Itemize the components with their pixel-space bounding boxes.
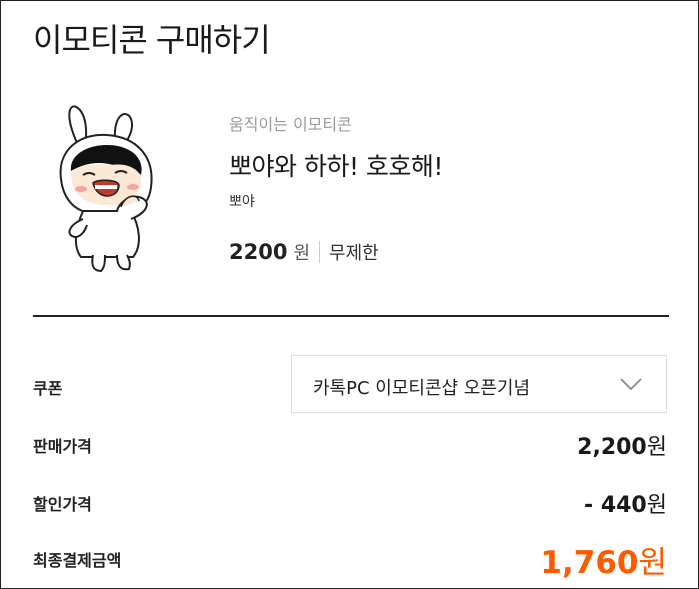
final-price-label: 최종결제금액 bbox=[33, 551, 122, 570]
sale-price-unit: 원 bbox=[646, 435, 667, 460]
chevron-down-icon bbox=[620, 378, 642, 391]
discount-label: 할인가격 bbox=[33, 495, 92, 514]
coupon-select[interactable]: 카톡PC 이모티콘샵 오픈기념 bbox=[291, 355, 667, 413]
final-price-value: 1,760원 bbox=[540, 537, 667, 582]
coupon-selected-value: 카톡PC 이모티콘샵 오픈기념 bbox=[313, 378, 531, 399]
sale-price-amount: 2,200 bbox=[577, 435, 647, 460]
product-price: 2200 bbox=[229, 240, 288, 264]
usage-period: 무제한 bbox=[329, 243, 379, 264]
discount-value: - 440원 bbox=[584, 487, 667, 519]
final-price-unit: 원 bbox=[638, 545, 667, 581]
product-author[interactable]: 뽀야 bbox=[229, 191, 255, 211]
price-unit: 원 bbox=[293, 243, 311, 264]
discount-unit: 원 bbox=[646, 493, 667, 518]
page-title: 이모티콘 구매하기 bbox=[33, 21, 271, 59]
emoticon-thumbnail[interactable] bbox=[47, 101, 177, 273]
section-divider bbox=[33, 315, 669, 317]
product-name: 뽀야와 하하! 호호해! bbox=[229, 152, 443, 181]
price-separator bbox=[319, 241, 321, 263]
coupon-label: 쿠폰 bbox=[33, 379, 63, 398]
sale-price-value: 2,200원 bbox=[577, 429, 667, 461]
purchase-dialog: 이모티콘 구매하기 움직이는 이모티콘 뽀야와 하하! 호호해! 뽀야 2200… bbox=[0, 0, 699, 589]
product-category: 움직이는 이모티콘 bbox=[229, 115, 352, 134]
discount-amount: - 440 bbox=[584, 493, 647, 518]
final-price-amount: 1,760 bbox=[540, 545, 639, 581]
sale-price-label: 판매가격 bbox=[33, 437, 92, 456]
price-info: 2200 원 무제한 bbox=[229, 239, 379, 265]
